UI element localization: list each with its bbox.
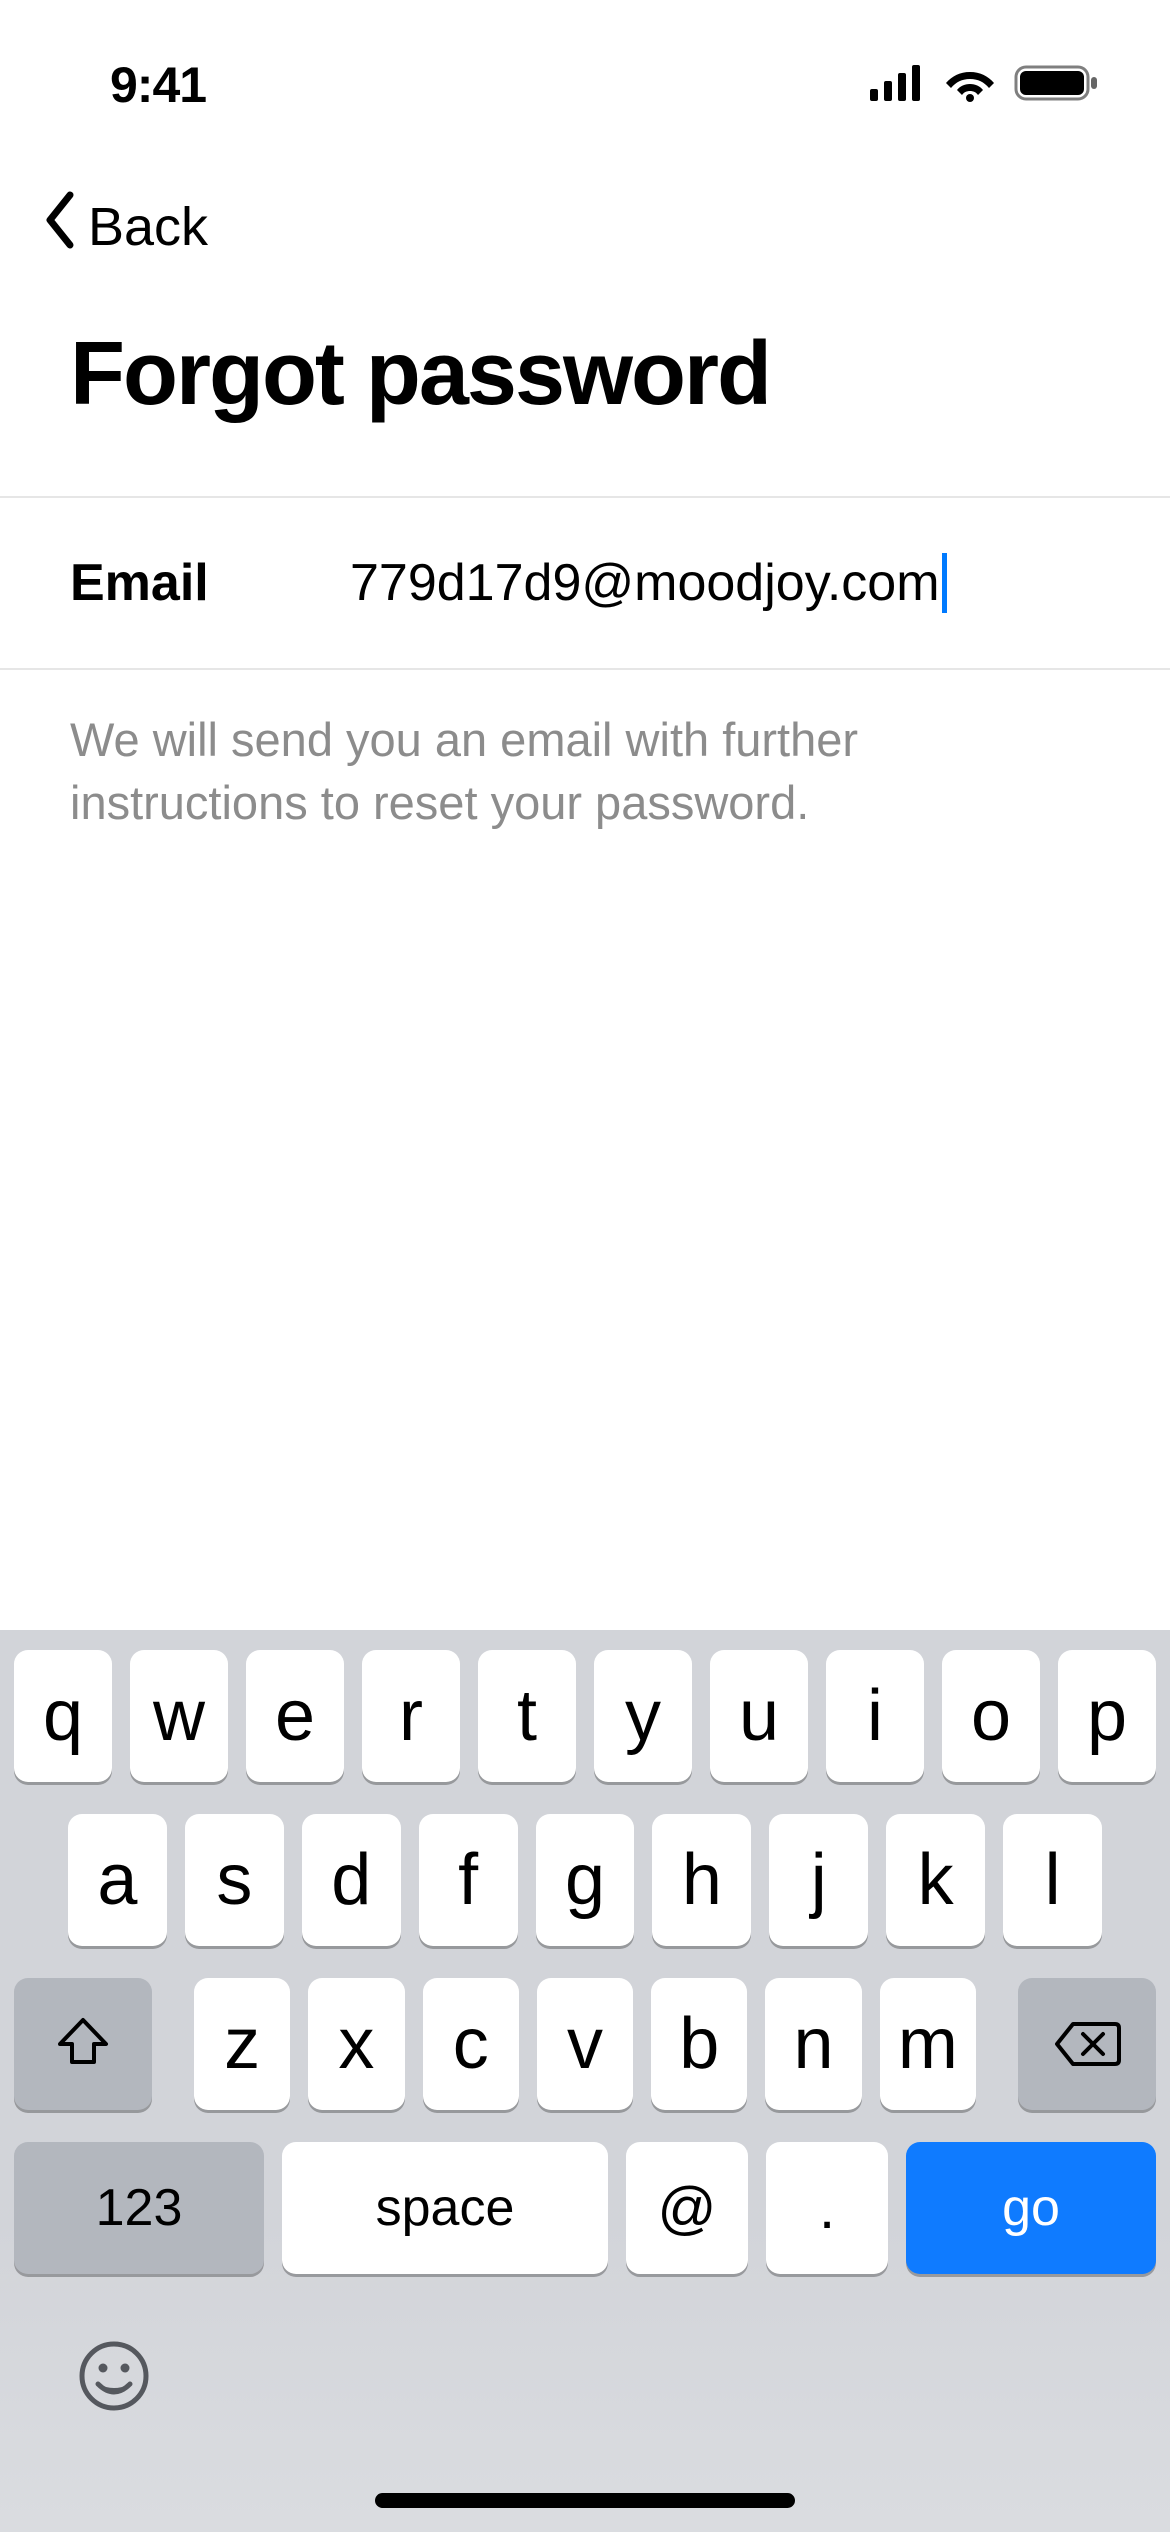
key-dot[interactable]: . — [766, 2142, 888, 2274]
key-o[interactable]: o — [942, 1650, 1040, 1782]
email-label: Email — [70, 553, 350, 613]
key-h[interactable]: h — [652, 1814, 751, 1946]
key-k[interactable]: k — [886, 1814, 985, 1946]
battery-icon — [1014, 63, 1100, 108]
keyboard-row-4: 123 space @ . go — [0, 2142, 1170, 2274]
email-field-row[interactable]: Email 779d17d9@moodjoy.com — [0, 496, 1170, 670]
key-n[interactable]: n — [765, 1978, 861, 2110]
key-g[interactable]: g — [536, 1814, 635, 1946]
key-numbers[interactable]: 123 — [14, 2142, 264, 2274]
key-s[interactable]: s — [185, 1814, 284, 1946]
key-backspace[interactable] — [1018, 1978, 1156, 2110]
emoji-button[interactable] — [76, 2338, 152, 2431]
shift-icon — [56, 2003, 110, 2085]
key-u[interactable]: u — [710, 1650, 808, 1782]
back-label: Back — [88, 196, 208, 258]
key-r[interactable]: r — [362, 1650, 460, 1782]
status-time: 9:41 — [110, 56, 206, 114]
key-p[interactable]: p — [1058, 1650, 1156, 1782]
key-c[interactable]: c — [423, 1978, 519, 2110]
key-t[interactable]: t — [478, 1650, 576, 1782]
helper-text: We will send you an email with further i… — [0, 670, 1170, 873]
email-input-wrap[interactable]: 779d17d9@moodjoy.com — [350, 553, 1100, 613]
key-z[interactable]: z — [194, 1978, 290, 2110]
key-a[interactable]: a — [68, 1814, 167, 1946]
key-w[interactable]: w — [130, 1650, 228, 1782]
cellular-icon — [870, 65, 926, 106]
text-cursor — [942, 553, 947, 613]
key-at[interactable]: @ — [626, 2142, 748, 2274]
key-v[interactable]: v — [537, 1978, 633, 2110]
backspace-icon — [1053, 2003, 1121, 2085]
keyboard-bottom-row — [0, 2302, 1170, 2431]
keyboard-row-1: q w e r t y u i o p — [0, 1650, 1170, 1782]
chevron-left-icon — [40, 190, 80, 263]
key-go[interactable]: go — [906, 2142, 1156, 2274]
key-b[interactable]: b — [651, 1978, 747, 2110]
key-shift[interactable] — [14, 1978, 152, 2110]
key-i[interactable]: i — [826, 1650, 924, 1782]
key-x[interactable]: x — [308, 1978, 404, 2110]
key-f[interactable]: f — [419, 1814, 518, 1946]
emoji-icon — [76, 2350, 152, 2430]
key-y[interactable]: y — [594, 1650, 692, 1782]
key-d[interactable]: d — [302, 1814, 401, 1946]
wifi-icon — [944, 64, 996, 107]
page-title: Forgot password — [0, 263, 1170, 496]
key-space[interactable]: space — [282, 2142, 608, 2274]
nav-bar: Back — [0, 130, 1170, 263]
keyboard-row-2: a s d f g h j k l — [0, 1814, 1170, 1946]
key-e[interactable]: e — [246, 1650, 344, 1782]
home-indicator[interactable] — [375, 2493, 795, 2508]
key-j[interactable]: j — [769, 1814, 868, 1946]
keyboard: q w e r t y u i o p a s d f g h j k l z … — [0, 1630, 1170, 2532]
key-m[interactable]: m — [880, 1978, 976, 2110]
back-button[interactable]: Back — [40, 190, 208, 263]
keyboard-row-3: z x c v b n m — [0, 1978, 1170, 2110]
status-icons — [870, 63, 1100, 108]
key-l[interactable]: l — [1003, 1814, 1102, 1946]
email-field[interactable]: 779d17d9@moodjoy.com — [350, 553, 940, 613]
status-bar: 9:41 — [0, 0, 1170, 130]
key-q[interactable]: q — [14, 1650, 112, 1782]
